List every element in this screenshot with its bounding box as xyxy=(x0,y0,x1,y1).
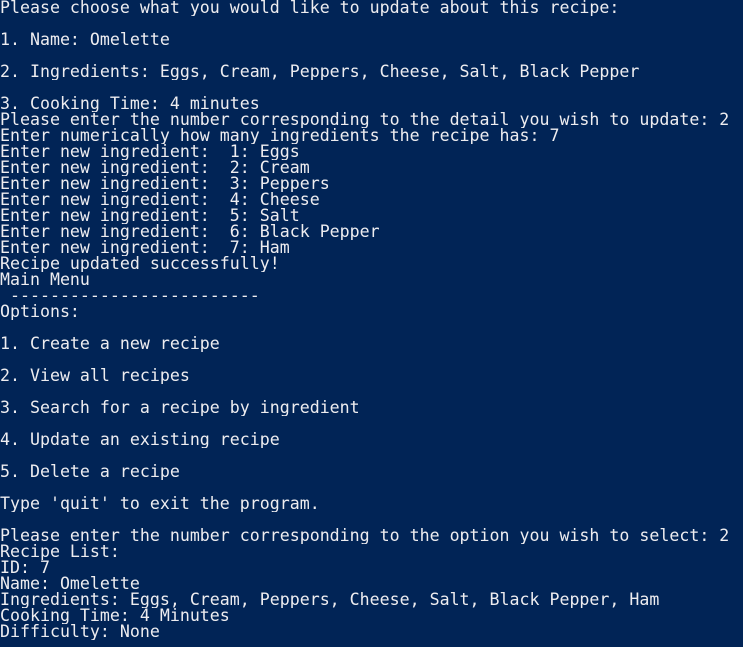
terminal-line: Type 'quit' to exit the program. xyxy=(0,496,320,512)
terminal-line: Enter new ingredient: 4: Cheese xyxy=(0,192,320,208)
terminal-line: 1. Create a new recipe xyxy=(0,336,220,352)
terminal-line: 3. Search for a recipe by ingredient xyxy=(0,400,360,416)
terminal-line: Please enter the number corresponding to… xyxy=(0,112,730,128)
terminal-line: 1. Name: Omelette xyxy=(0,32,170,48)
terminal-line: Cooking Time: 4 Minutes xyxy=(0,608,230,624)
terminal-line: Ingredients: Eggs, Cream, Peppers, Chees… xyxy=(0,592,660,608)
terminal-line: ID: 7 xyxy=(0,560,50,576)
terminal-line: Enter new ingredient: 7: Ham xyxy=(0,240,290,256)
terminal-line: Options: xyxy=(0,304,80,320)
terminal-line: Enter new ingredient: 6: Black Pepper xyxy=(0,224,380,240)
terminal-line: Enter numerically how many ingredients t… xyxy=(0,128,560,144)
terminal-line: 2. Ingredients: Eggs, Cream, Peppers, Ch… xyxy=(0,64,640,80)
terminal-line: Please enter the number corresponding to… xyxy=(0,528,730,544)
terminal-line: Enter new ingredient: 3: Peppers xyxy=(0,176,330,192)
terminal-line: Recipe updated successfully! xyxy=(0,256,280,272)
terminal-line: Main Menu xyxy=(0,272,90,288)
terminal-line: 2. View all recipes xyxy=(0,368,190,384)
terminal-line: Enter new ingredient: 2: Cream xyxy=(0,160,310,176)
terminal-line: Enter new ingredient: 5: Salt xyxy=(0,208,300,224)
terminal-line: 3. Cooking Time: 4 minutes xyxy=(0,96,260,112)
terminal-line: 5. Delete a recipe xyxy=(0,464,180,480)
terminal-line: ------------------------- xyxy=(0,288,260,304)
terminal-line: Difficulty: None xyxy=(0,624,160,640)
terminal-line: 4. Update an existing recipe xyxy=(0,432,280,448)
terminal-line: Enter new ingredient: 1: Eggs xyxy=(0,144,300,160)
terminal-line: Please choose what you would like to upd… xyxy=(0,0,620,16)
terminal-line: Recipe List: xyxy=(0,544,120,560)
terminal-output[interactable]: Please choose what you would like to upd… xyxy=(0,0,743,647)
terminal-line: Name: Omelette xyxy=(0,576,140,592)
